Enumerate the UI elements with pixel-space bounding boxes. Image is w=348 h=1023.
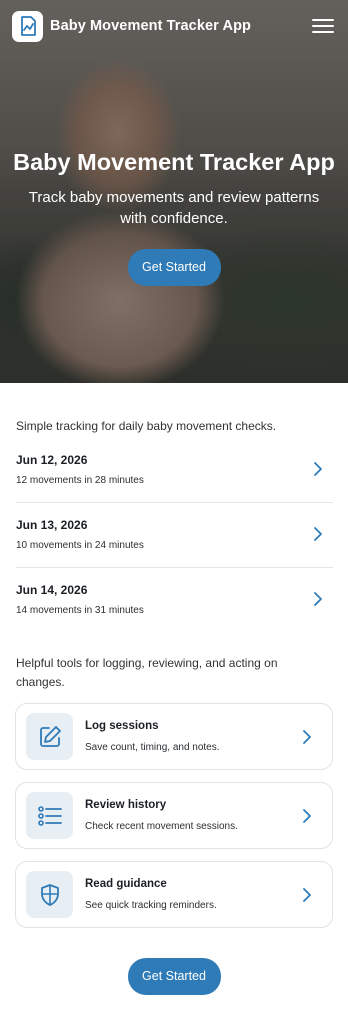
hero-section: Baby Movement Tracker App Baby Movement … bbox=[0, 0, 348, 383]
tool-description: Save count, timing, and notes. bbox=[85, 742, 220, 753]
shield-icon bbox=[26, 871, 73, 918]
tools-intro: Helpful tools for logging, reviewing, an… bbox=[16, 656, 278, 689]
bottom-cta: Get Started bbox=[0, 958, 348, 995]
chevron-right-icon bbox=[314, 462, 322, 476]
chevron-right-icon bbox=[314, 592, 322, 606]
tool-card-review-history[interactable]: Review history Check recent movement ses… bbox=[15, 782, 333, 849]
tool-description: See quick tracking reminders. bbox=[85, 900, 217, 911]
chevron-right-icon bbox=[303, 888, 311, 902]
hamburger-menu-icon[interactable] bbox=[312, 17, 334, 35]
get-started-button[interactable]: Get Started bbox=[127, 249, 221, 286]
session-date: Jun 13, 2026 bbox=[16, 518, 88, 532]
chart-document-icon[interactable] bbox=[12, 10, 43, 42]
session-list: Jun 12, 2026 12 movements in 28 minutes … bbox=[16, 438, 333, 633]
get-started-button-bottom[interactable]: Get Started bbox=[127, 958, 221, 995]
session-detail: 10 movements in 24 minutes bbox=[16, 540, 144, 551]
chevron-right-icon bbox=[303, 809, 311, 823]
session-row[interactable]: Jun 14, 2026 14 movements in 31 minutes bbox=[16, 568, 333, 633]
tool-title: Read guidance bbox=[85, 878, 167, 890]
session-row[interactable]: Jun 12, 2026 12 movements in 28 minutes bbox=[16, 438, 333, 503]
top-bar: Baby Movement Tracker App bbox=[0, 0, 348, 52]
sessions-intro: Simple tracking for daily baby movement … bbox=[16, 419, 277, 433]
chevron-right-icon bbox=[303, 730, 311, 744]
app-name[interactable]: Baby Movement Tracker App bbox=[50, 18, 251, 34]
session-detail: 12 movements in 28 minutes bbox=[16, 475, 144, 486]
session-date: Jun 14, 2026 bbox=[16, 583, 88, 597]
session-row[interactable]: Jun 13, 2026 10 movements in 24 minutes bbox=[16, 503, 333, 568]
tool-description: Check recent movement sessions. bbox=[85, 821, 238, 832]
hero-title: Baby Movement Tracker App bbox=[13, 149, 335, 175]
tool-title: Log sessions bbox=[85, 720, 159, 732]
tool-title: Review history bbox=[85, 799, 167, 811]
hero-content: Baby Movement Tracker App Track baby mov… bbox=[0, 145, 348, 286]
session-detail: 14 movements in 31 minutes bbox=[16, 605, 144, 616]
session-date: Jun 12, 2026 bbox=[16, 453, 88, 467]
list-icon bbox=[26, 792, 73, 839]
tool-card-log-sessions[interactable]: Log sessions Save count, timing, and not… bbox=[15, 703, 333, 770]
chevron-right-icon bbox=[314, 527, 322, 541]
tool-list: Log sessions Save count, timing, and not… bbox=[15, 703, 333, 940]
edit-icon bbox=[26, 713, 73, 760]
hero-subtitle: Track baby movements and review patterns… bbox=[28, 189, 320, 227]
tool-card-read-guidance[interactable]: Read guidance See quick tracking reminde… bbox=[15, 861, 333, 928]
